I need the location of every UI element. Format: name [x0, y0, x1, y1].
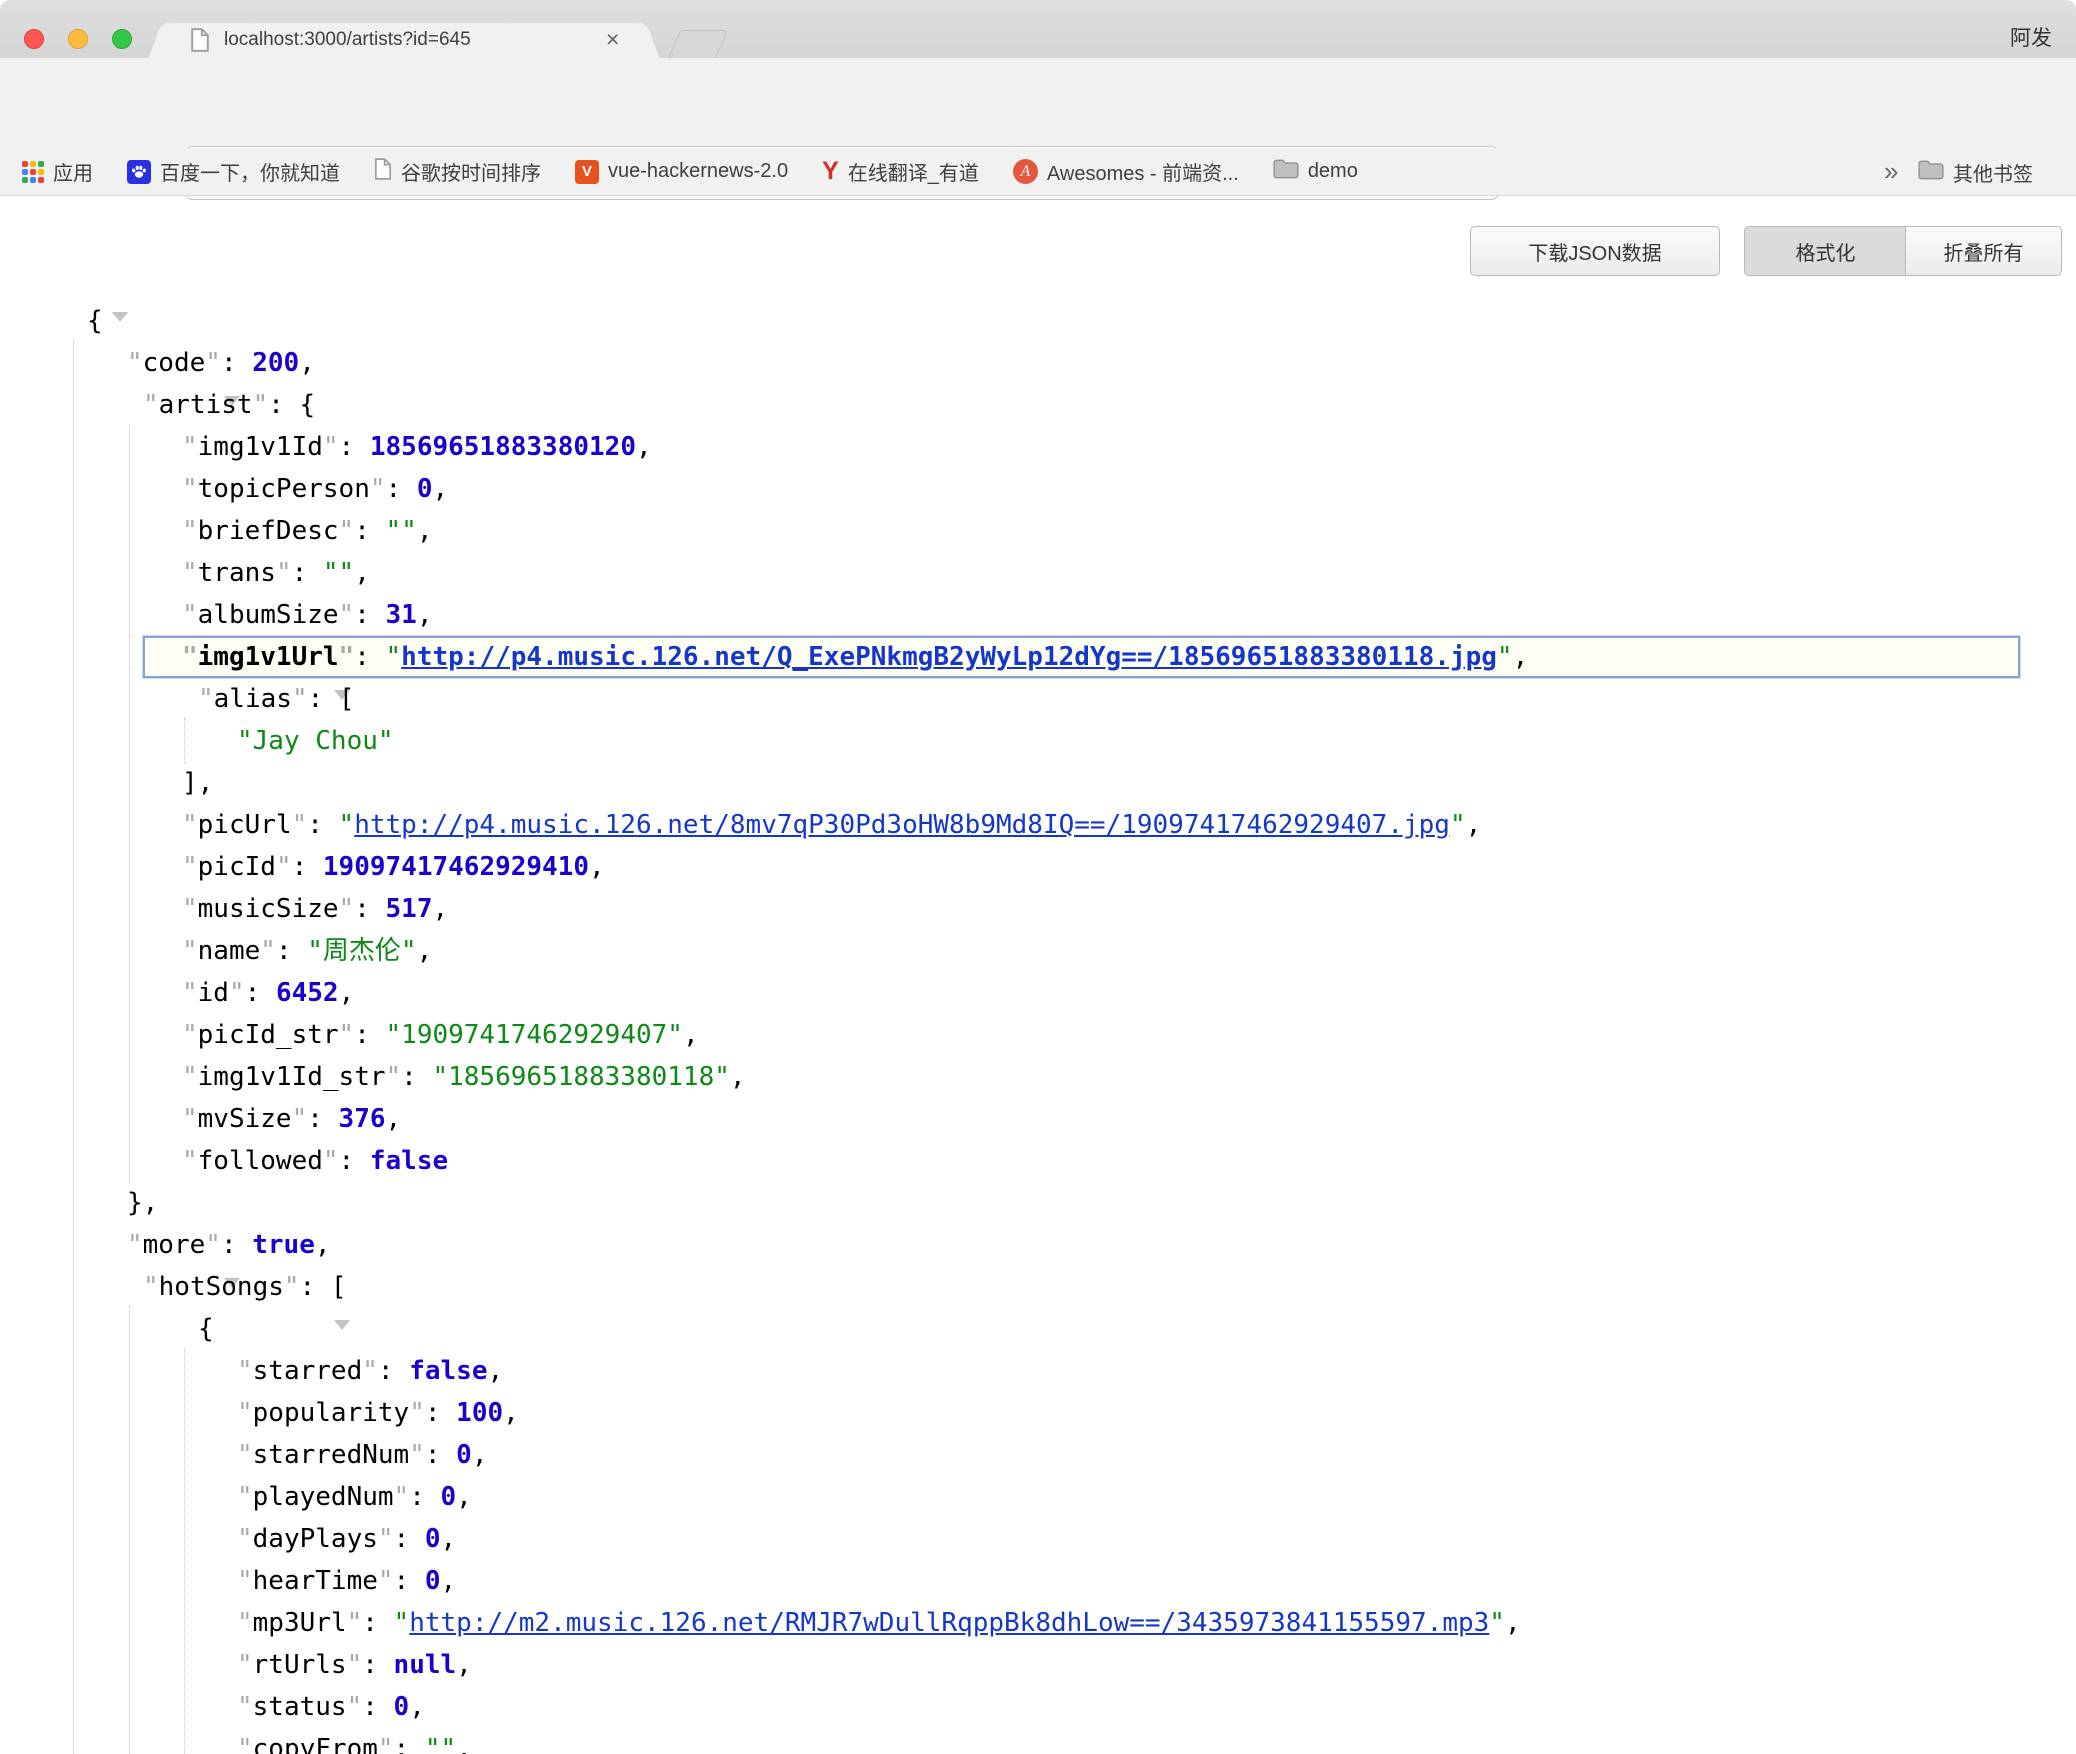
json-line: "musicSize": 517, [0, 888, 2076, 930]
json-line: "name": "周杰伦", [0, 930, 2076, 972]
json-line: "img1v1Id_str": "18569651883380118", [0, 1056, 2076, 1098]
json-line: "code": 200, [0, 342, 2076, 384]
json-line: "status": 0, [0, 1686, 2076, 1728]
json-line: "hotSongs": [ [0, 1266, 2076, 1308]
json-line: "playedNum": 0, [0, 1476, 2076, 1518]
bookmarks-overflow-chevron[interactable]: » [1884, 156, 1898, 187]
bookmark-vue-hackernews[interactable]: V vue-hackernews-2.0 [575, 160, 788, 184]
json-line: { [0, 300, 2076, 342]
json-line: "hearTime": 0, [0, 1560, 2076, 1602]
json-line: }, [0, 1182, 2076, 1224]
bookmark-apps[interactable]: 应用 [22, 157, 93, 186]
format-button[interactable]: 格式化 [1744, 226, 1906, 276]
json-link[interactable]: http://p4.music.126.net/Q_ExePNkmgB2yWyL… [401, 642, 1497, 672]
json-line: "picId_str": "19097417462929407", [0, 1014, 2076, 1056]
bookmarks-bar: 应用 百度一下，你就知道 谷歌按时间排序 V vue-hackernews-2.… [0, 148, 2076, 196]
folder-icon [1273, 158, 1299, 186]
json-line: "starred": false, [0, 1350, 2076, 1392]
tab-strip: localhost:3000/artists?id=645 × 阿发 [0, 0, 2076, 58]
indent-guide [184, 1348, 185, 1754]
json-line: "artist": { [0, 384, 2076, 426]
indent-guide [184, 718, 185, 764]
json-line: "id": 6452, [0, 972, 2076, 1014]
folder-icon [1918, 159, 1944, 187]
tab-close-icon[interactable]: × [606, 26, 619, 53]
user-profile-name[interactable]: 阿发 [2010, 22, 2052, 52]
json-line: "trans": "", [0, 552, 2076, 594]
json-line: "Jay Chou" [0, 720, 2076, 762]
window-close-button[interactable] [24, 29, 44, 49]
collapse-toggle-icon[interactable] [334, 1320, 350, 1360]
baidu-paw-icon [127, 160, 151, 184]
tab-title: localhost:3000/artists?id=645 [224, 29, 596, 51]
bookmark-google-sort[interactable]: 谷歌按时间排序 [374, 157, 541, 186]
indent-guide [129, 1306, 130, 1754]
json-line: "mvSize": 376, [0, 1098, 2076, 1140]
json-line: "popularity": 100, [0, 1392, 2076, 1434]
browser-window: localhost:3000/artists?id=645 × 阿发 ⓘ loc… [0, 0, 2076, 1754]
awesomes-icon: A [1013, 159, 1038, 184]
bookmark-awesomes[interactable]: A Awesomes - 前端资... [1013, 157, 1239, 186]
bookmark-baidu[interactable]: 百度一下，你就知道 [127, 157, 340, 186]
json-line: "briefDesc": "", [0, 510, 2076, 552]
json-line: "dayPlays": 0, [0, 1518, 2076, 1560]
json-viewer: {"code": 200,"artist": {"img1v1Id": 1856… [0, 300, 2076, 1754]
download-json-button[interactable]: 下载JSON数据 [1470, 226, 1720, 276]
json-line: { [0, 1308, 2076, 1350]
json-line: "copyFrom": "", [0, 1728, 2076, 1754]
json-line: "picUrl": "http://p4.music.126.net/8mv7q… [0, 804, 2076, 846]
browser-tab[interactable]: localhost:3000/artists?id=645 × [168, 23, 640, 58]
json-link[interactable]: http://p4.music.126.net/8mv7qP30Pd3oHW8b… [354, 810, 1450, 840]
new-tab-button[interactable] [668, 30, 729, 59]
json-line: "followed": false [0, 1140, 2076, 1182]
json-line: "alias": [ [0, 678, 2076, 720]
json-line: "more": true, [0, 1224, 2076, 1266]
window-minimize-button[interactable] [68, 29, 88, 49]
bookmark-demo-folder[interactable]: demo [1273, 158, 1358, 186]
json-line: "rtUrls": null, [0, 1644, 2076, 1686]
page-favicon-icon [190, 28, 210, 57]
window-maximize-button[interactable] [112, 29, 132, 49]
json-link[interactable]: http://m2.music.126.net/RMJR7wDullRqppBk… [409, 1608, 1489, 1638]
page-icon [374, 158, 392, 186]
collapse-all-button[interactable]: 折叠所有 [1905, 226, 2062, 276]
apps-grid-icon [22, 161, 44, 183]
json-line: "topicPerson": 0, [0, 468, 2076, 510]
vue-icon: V [575, 160, 599, 184]
youdao-icon: Y [822, 157, 839, 186]
json-line: "starredNum": 0, [0, 1434, 2076, 1476]
indent-guide [129, 424, 130, 1184]
other-bookmarks-folder[interactable]: 其他书签 [1918, 158, 2033, 187]
json-line: ], [0, 762, 2076, 804]
json-line: "picId": 19097417462929410, [0, 846, 2076, 888]
indent-guide [73, 340, 74, 1754]
json-line: "img1v1Id": 18569651883380120, [0, 426, 2076, 468]
json-line: "albumSize": 31, [0, 594, 2076, 636]
json-line: "mp3Url": "http://m2.music.126.net/RMJR7… [0, 1602, 2076, 1644]
json-line: "img1v1Url": "http://p4.music.126.net/Q_… [0, 636, 2076, 678]
bookmark-youdao-translate[interactable]: Y 在线翻译_有道 [822, 157, 979, 186]
collapse-toggle-icon[interactable] [112, 312, 128, 352]
browser-toolbar: ⓘ localhost:3000/artists?id=6452 V 英 en … [0, 58, 2076, 148]
